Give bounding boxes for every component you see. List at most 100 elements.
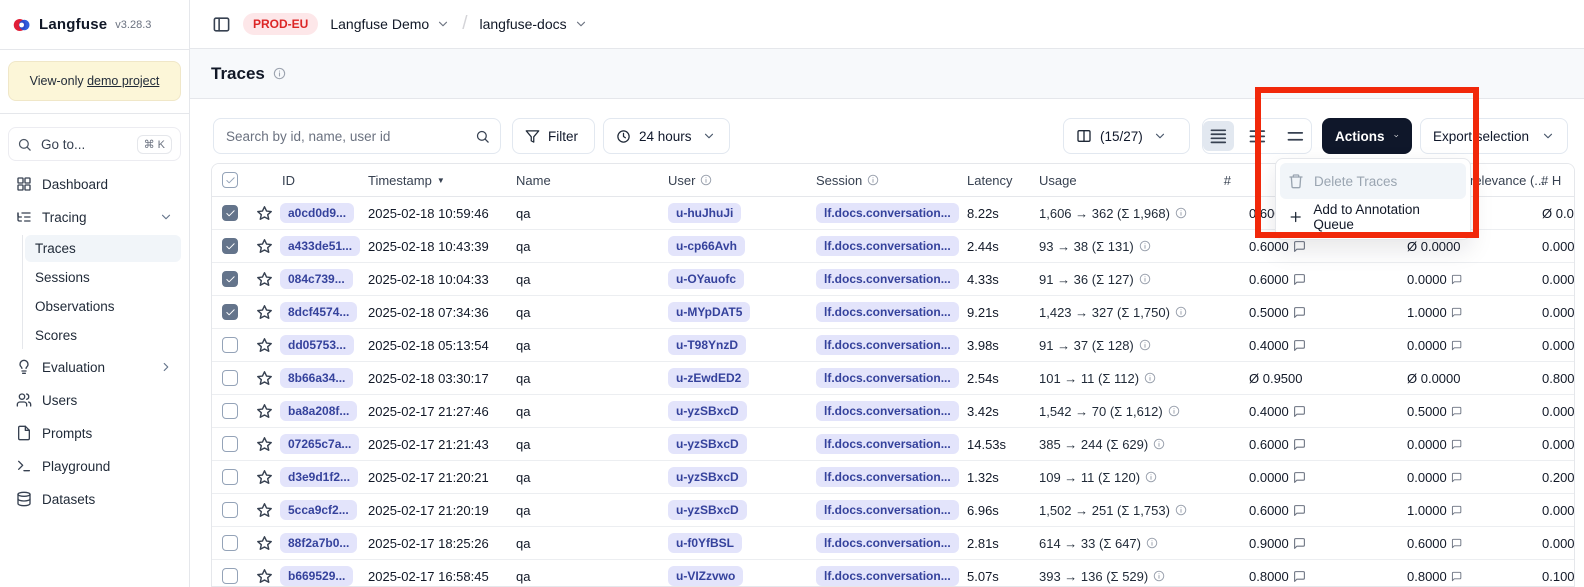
trace-id-badge[interactable]: 88f2a7b0... xyxy=(280,533,357,553)
header-usage[interactable]: Usage xyxy=(1031,173,1205,188)
user-badge[interactable]: u-MYpDAT5 xyxy=(668,302,750,322)
session-badge[interactable]: lf.docs.conversation... xyxy=(816,434,959,454)
sidebar-item-traces[interactable]: Traces xyxy=(25,235,181,262)
session-badge[interactable]: lf.docs.conversation... xyxy=(816,533,959,553)
star-bookmark-icon[interactable] xyxy=(256,238,273,255)
row-checkbox[interactable] xyxy=(222,403,238,419)
row-checkbox[interactable] xyxy=(222,370,238,386)
trace-table-row[interactable]: 8dcf4574...2025-02-18 07:34:36qau-MYpDAT… xyxy=(212,296,1574,329)
sidebar-toggle-icon[interactable] xyxy=(212,15,231,34)
star-bookmark-icon[interactable] xyxy=(256,436,273,453)
star-bookmark-icon[interactable] xyxy=(256,568,273,585)
sidebar-item-tracing[interactable]: Tracing xyxy=(8,202,181,232)
trace-id-badge[interactable]: a433de51... xyxy=(280,236,360,256)
user-badge[interactable]: u-huJhuJi xyxy=(668,203,741,223)
goto-search[interactable]: Go to... ⌘ K xyxy=(8,127,181,161)
user-badge[interactable]: u-yzSBxcD xyxy=(668,467,747,487)
row-checkbox[interactable] xyxy=(222,337,238,353)
session-badge[interactable]: lf.docs.conversation... xyxy=(816,203,959,223)
trace-table-row[interactable]: 5cca9cf2...2025-02-17 21:20:19qau-yzSBxc… xyxy=(212,494,1574,527)
trace-table-row[interactable]: b669529...2025-02-17 16:58:45qau-VIZzvwo… xyxy=(212,560,1574,587)
header-session[interactable]: Session xyxy=(808,173,959,188)
user-badge[interactable]: u-yzSBxcD xyxy=(668,500,747,520)
sidebar-item-dashboard[interactable]: Dashboard xyxy=(8,169,181,199)
session-badge[interactable]: lf.docs.conversation... xyxy=(816,467,959,487)
user-badge[interactable]: u-T98YnzD xyxy=(668,335,746,355)
star-bookmark-icon[interactable] xyxy=(256,271,273,288)
trace-table-row[interactable]: 8b66a34...2025-02-18 03:30:17qau-zEwdED2… xyxy=(212,362,1574,395)
header-hash-fragment[interactable]: # xyxy=(1205,173,1237,188)
trace-table-row[interactable]: 084c739...2025-02-18 10:04:33qau-OYauofc… xyxy=(212,263,1574,296)
header-relevance[interactable]: relevance (... xyxy=(1462,173,1533,188)
trace-table-row[interactable]: 88f2a7b0...2025-02-17 18:25:26qau-f0YfBS… xyxy=(212,527,1574,560)
sidebar-item-observations[interactable]: Observations xyxy=(25,293,181,320)
star-bookmark-icon[interactable] xyxy=(256,469,273,486)
org-breadcrumb[interactable]: Langfuse Demo xyxy=(330,16,450,32)
row-checkbox[interactable] xyxy=(222,502,238,518)
user-badge[interactable]: u-zEwdED2 xyxy=(668,368,749,388)
header-timestamp[interactable]: Timestamp▼ xyxy=(360,173,508,188)
search-box[interactable] xyxy=(213,118,501,154)
session-badge[interactable]: lf.docs.conversation... xyxy=(816,335,959,355)
header-name[interactable]: Name xyxy=(508,173,660,188)
trace-table-row[interactable]: 07265c7a...2025-02-17 21:21:43qau-yzSBxc… xyxy=(212,428,1574,461)
header-id[interactable]: ID xyxy=(274,173,360,188)
row-height-medium-button[interactable] xyxy=(1242,119,1273,153)
user-badge[interactable]: u-yzSBxcD xyxy=(668,434,747,454)
trace-table-row[interactable]: dd05753...2025-02-18 05:13:54qau-T98YnzD… xyxy=(212,329,1574,362)
trace-id-badge[interactable]: 8dcf4574... xyxy=(280,302,357,322)
trace-id-badge[interactable]: 07265c7a... xyxy=(280,434,359,454)
session-badge[interactable]: lf.docs.conversation... xyxy=(816,368,959,388)
session-badge[interactable]: lf.docs.conversation... xyxy=(816,269,959,289)
menu-item-delete-traces[interactable]: Delete Traces xyxy=(1280,163,1466,199)
sidebar-item-evaluation[interactable]: Evaluation xyxy=(8,352,181,382)
star-bookmark-icon[interactable] xyxy=(256,337,273,354)
session-badge[interactable]: lf.docs.conversation... xyxy=(816,500,959,520)
sidebar-item-datasets[interactable]: Datasets xyxy=(8,484,181,514)
trace-table-row[interactable]: d3e9d1f2...2025-02-17 21:20:21qau-yzSBxc… xyxy=(212,461,1574,494)
star-bookmark-icon[interactable] xyxy=(256,535,273,552)
filter-button[interactable]: Filter xyxy=(512,118,595,154)
select-all-checkbox[interactable] xyxy=(222,172,238,188)
menu-item-add-to-annotation-queue[interactable]: Add to Annotation Queue xyxy=(1280,199,1466,235)
session-badge[interactable]: lf.docs.conversation... xyxy=(816,236,959,256)
star-bookmark-icon[interactable] xyxy=(256,370,273,387)
project-breadcrumb[interactable]: langfuse-docs xyxy=(479,16,587,32)
star-bookmark-icon[interactable] xyxy=(256,205,273,222)
user-badge[interactable]: u-yzSBxcD xyxy=(668,401,747,421)
sidebar-item-prompts[interactable]: Prompts xyxy=(8,418,181,448)
session-badge[interactable]: lf.docs.conversation... xyxy=(816,302,959,322)
user-badge[interactable]: u-f0YfBSL xyxy=(668,533,742,553)
trace-id-badge[interactable]: dd05753... xyxy=(280,335,354,355)
column-visibility-button[interactable]: (15/27) xyxy=(1063,118,1190,154)
star-bookmark-icon[interactable] xyxy=(256,403,273,420)
header-latency[interactable]: Latency xyxy=(959,173,1031,188)
row-checkbox[interactable] xyxy=(222,535,238,551)
trace-id-badge[interactable]: b669529... xyxy=(280,566,353,586)
row-checkbox[interactable] xyxy=(222,304,238,320)
star-bookmark-icon[interactable] xyxy=(256,502,273,519)
demo-project-link[interactable]: demo project xyxy=(87,74,159,88)
user-badge[interactable]: u-VIZzvwo xyxy=(668,566,743,586)
sidebar-item-playground[interactable]: Playground xyxy=(8,451,181,481)
trace-id-badge[interactable]: 084c739... xyxy=(280,269,353,289)
session-badge[interactable]: lf.docs.conversation... xyxy=(816,401,959,421)
trace-table-row[interactable]: ba8a208f...2025-02-17 21:27:46qau-yzSBxc… xyxy=(212,395,1574,428)
user-badge[interactable]: u-cp66Avh xyxy=(668,236,745,256)
row-checkbox[interactable] xyxy=(222,205,238,221)
row-checkbox[interactable] xyxy=(222,469,238,485)
header-last-fragment[interactable]: # H xyxy=(1533,173,1575,188)
trace-id-badge[interactable]: 5cca9cf2... xyxy=(280,500,357,520)
session-badge[interactable]: lf.docs.conversation... xyxy=(816,566,959,586)
trace-id-badge[interactable]: a0cd0d9... xyxy=(280,203,354,223)
sidebar-item-scores[interactable]: Scores xyxy=(25,322,181,349)
row-checkbox[interactable] xyxy=(222,436,238,452)
search-input[interactable] xyxy=(224,128,467,145)
header-user[interactable]: User xyxy=(660,173,808,188)
sidebar-item-users[interactable]: Users xyxy=(8,385,181,415)
trace-id-badge[interactable]: d3e9d1f2... xyxy=(280,467,358,487)
time-range-button[interactable]: 24 hours xyxy=(603,118,730,154)
user-badge[interactable]: u-OYauofc xyxy=(668,269,744,289)
star-bookmark-icon[interactable] xyxy=(256,304,273,321)
actions-button[interactable]: Actions xyxy=(1322,118,1412,154)
